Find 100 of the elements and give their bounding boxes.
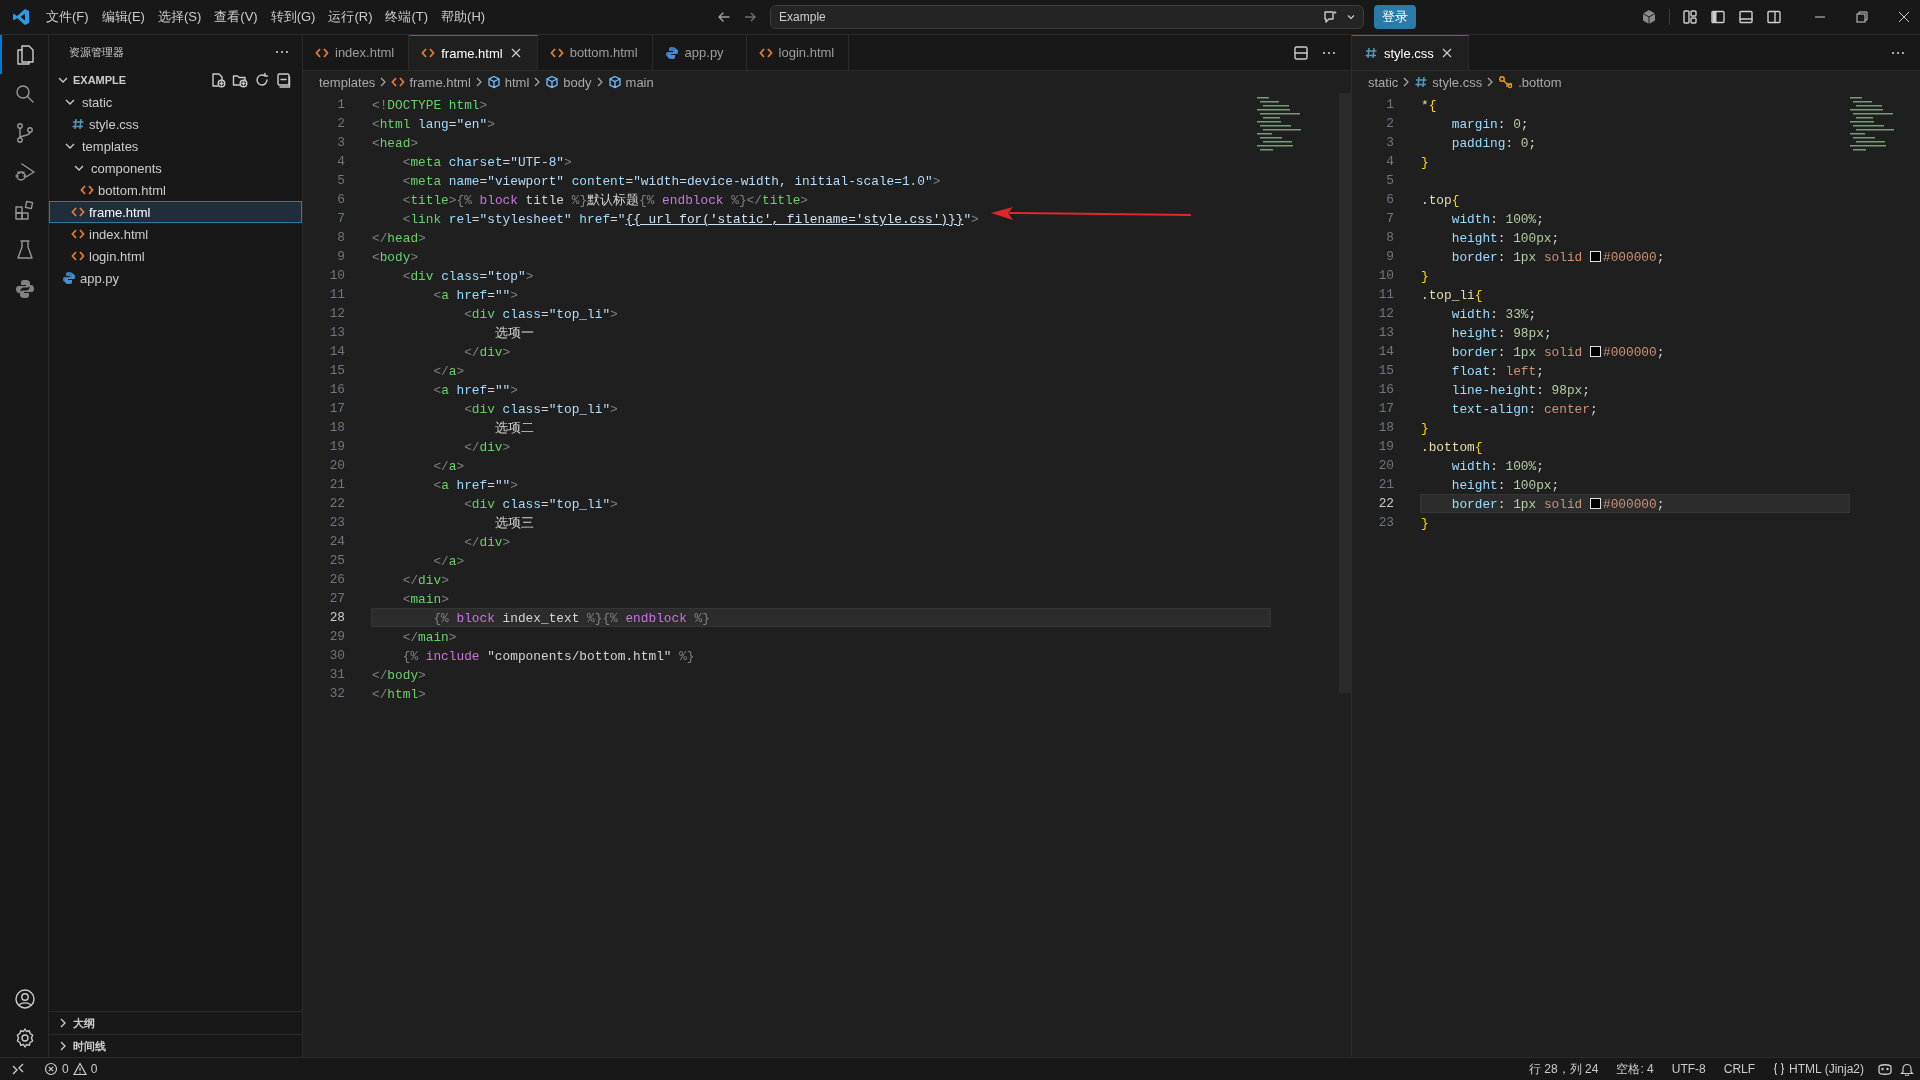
code-line: </main>	[401, 629, 458, 646]
breadcrumb-item[interactable]: templates	[319, 74, 376, 90]
tree-item[interactable]: frame.html	[49, 201, 302, 223]
code-line: </html>	[371, 686, 427, 703]
code-icon	[421, 46, 436, 60]
status-item[interactable]: 行 28，列 24	[1523, 1060, 1605, 1078]
split-editor-icon[interactable]	[1293, 44, 1309, 61]
tree-item[interactable]: components	[49, 157, 302, 179]
copilot-icon[interactable]	[1876, 1062, 1894, 1076]
menu-item[interactable]: 转到(G)	[264, 4, 322, 30]
code-line: 选项三	[493, 515, 535, 532]
error-icon	[44, 1062, 58, 1076]
restore-icon[interactable]	[1856, 11, 1868, 23]
sidebar-toggle-icon[interactable]	[1710, 9, 1726, 25]
menu-item[interactable]: 选择(S)	[151, 4, 208, 30]
code-icon	[71, 205, 85, 219]
line-number: 4	[1385, 154, 1395, 169]
tree-item[interactable]: login.html	[49, 245, 302, 267]
breadcrumb-item[interactable]: .bottom	[1498, 74, 1562, 90]
status-item[interactable]: UTF-8	[1665, 1062, 1712, 1076]
account-icon[interactable]	[13, 986, 37, 1011]
code-line: .top{	[1420, 192, 1461, 209]
tree-item[interactable]: bottom.html	[49, 179, 302, 201]
panel-header[interactable]: 大纲	[49, 1011, 302, 1034]
editor-tab[interactable]: style.css	[1352, 35, 1469, 70]
code-line: }	[1420, 420, 1430, 437]
collapse-all-icon[interactable]	[276, 72, 292, 88]
warning-count: 0	[90, 1062, 98, 1076]
line-number: 27	[328, 591, 346, 606]
code-line: }	[1420, 268, 1430, 285]
tree-item[interactable]: templates	[49, 135, 302, 157]
code-line: </body>	[371, 667, 427, 684]
menu-item[interactable]: 查看(V)	[208, 4, 264, 30]
editor-tab[interactable]: app.py	[652, 35, 747, 70]
status-item[interactable]: CRLF	[1717, 1062, 1762, 1076]
line-number: 23	[1377, 515, 1395, 530]
tree-item[interactable]: app.py	[49, 267, 302, 289]
menu-item[interactable]: 文件(F)	[40, 4, 95, 30]
menu-item[interactable]: 运行(R)	[322, 4, 379, 30]
search-field[interactable]: Example	[770, 5, 1365, 29]
editor-tab[interactable]: login.html	[746, 35, 850, 70]
breadcrumb-item[interactable]: style.css	[1414, 74, 1483, 90]
line-number: 8	[1385, 230, 1395, 245]
line-number: 22	[328, 496, 346, 511]
editor-tab[interactable]: bottom.html	[537, 35, 653, 70]
line-number: 10	[1377, 268, 1395, 283]
code-line: border: 1px solid #000000;	[1450, 344, 1666, 361]
tree-item[interactable]: style.css	[49, 113, 302, 135]
breadcrumb-item[interactable]: body	[545, 74, 592, 90]
tree-item[interactable]: index.html	[49, 223, 302, 245]
python-file-icon	[62, 271, 76, 285]
new-folder-icon[interactable]	[232, 72, 248, 88]
bell-icon[interactable]	[1900, 1062, 1914, 1076]
code-line: text-align: center;	[1450, 401, 1599, 418]
back-arrow-icon[interactable]	[716, 9, 733, 25]
code-line: <head>	[371, 135, 420, 152]
cube-icon	[486, 75, 501, 89]
language-mode[interactable]: HTML (Jinja2)	[1767, 1062, 1870, 1076]
breadcrumb-item[interactable]: main	[607, 74, 654, 90]
chat-sparkle-icon[interactable]	[1323, 9, 1340, 25]
line-number: 2	[1385, 116, 1395, 131]
line-number: 6	[1385, 192, 1395, 207]
breadcrumb-item[interactable]: frame.html	[391, 74, 471, 90]
line-number: 21	[1377, 477, 1395, 492]
line-number: 17	[328, 401, 346, 416]
code-line: *{	[1420, 97, 1438, 114]
menu-item[interactable]: 终端(T)	[379, 4, 435, 30]
code-line: <a href="">	[432, 287, 519, 304]
code-line: <div class="top">	[401, 268, 535, 285]
tree-item[interactable]: static	[49, 91, 302, 113]
cube-icon[interactable]	[1641, 9, 1657, 25]
code-line: float: left;	[1450, 363, 1545, 380]
status-item[interactable]: 空格: 4	[1610, 1060, 1660, 1078]
line-number: 24	[328, 534, 346, 549]
line-number: 28	[328, 610, 346, 625]
remote-icon[interactable]	[11, 1062, 25, 1076]
new-file-icon[interactable]	[210, 72, 226, 88]
line-number: 1	[336, 97, 346, 112]
line-number: 3	[1385, 135, 1395, 150]
line-number: 13	[1377, 325, 1395, 340]
problems-status[interactable]: 0 0	[38, 1062, 104, 1076]
close-icon[interactable]	[1898, 11, 1910, 23]
code-line: .bottom{	[1420, 439, 1484, 456]
editor-tab[interactable]: frame.html	[409, 35, 538, 70]
code-line: <meta charset="UTF-8">	[401, 154, 573, 171]
breadcrumb-item[interactable]: html	[486, 74, 530, 90]
line-number: 16	[1377, 382, 1395, 397]
layout-icon[interactable]	[1682, 9, 1698, 25]
code-line: </div>	[401, 572, 450, 589]
code-line: </div>	[463, 534, 512, 551]
panel-toggle-icon[interactable]	[1738, 9, 1754, 25]
menu-item[interactable]: 编辑(E)	[95, 4, 151, 30]
refresh-icon[interactable]	[254, 72, 270, 88]
menu-item[interactable]: 帮助(H)	[435, 4, 492, 30]
line-number: 9	[336, 249, 346, 264]
sign-in-button[interactable]: 登录	[1374, 5, 1417, 29]
breadcrumb-item[interactable]: static	[1368, 74, 1399, 90]
line-number: 12	[1377, 306, 1395, 321]
code-line: </a>	[432, 363, 466, 380]
secondary-sidebar-icon[interactable]	[1766, 9, 1782, 25]
